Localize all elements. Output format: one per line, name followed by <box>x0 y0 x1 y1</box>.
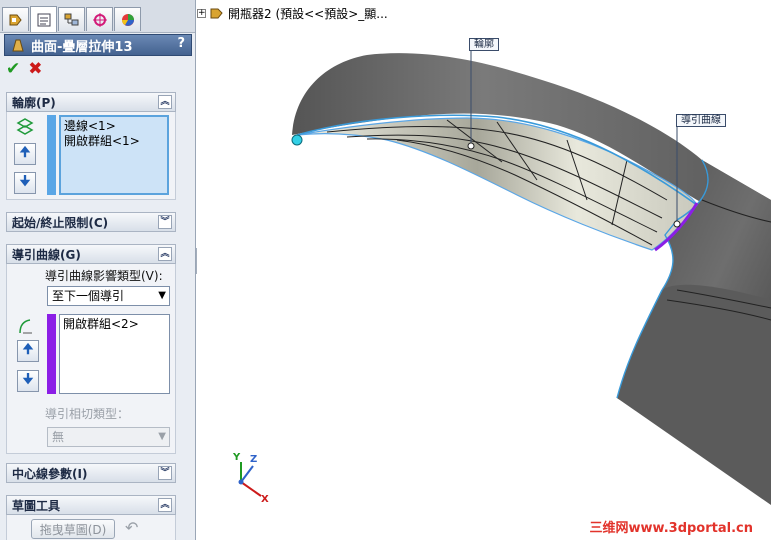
profile-group-body: 🠉 🠋 邊線<1> 開啟群組<1> <box>6 112 176 200</box>
guide-curves-group-header[interactable]: 導引曲線(G) ︽ <box>6 244 176 264</box>
start-end-group-header[interactable]: 起始/終止限制(C) ︾ <box>6 212 176 232</box>
guide-selection-box[interactable]: 開啟群組<2> <box>59 314 170 394</box>
profile-group-header[interactable]: 輪廓(P) ︽ <box>6 92 176 112</box>
influence-type-value: 至下一個導引 <box>52 289 125 303</box>
manager-tabs <box>0 0 195 33</box>
tangency-type-select[interactable]: 無 ▼ <box>47 427 170 447</box>
centerline-group-header[interactable]: 中心線參數(I) ︾ <box>6 463 176 483</box>
shell-lower-surface[interactable] <box>617 284 771 505</box>
graphics-area[interactable]: + 開瓶器2 (預設<<預設>_顯... 輪廓 導引曲線 Y Z X 三维网ww… <box>197 0 771 540</box>
guide-curve-icon <box>14 316 36 336</box>
help-button[interactable]: ? <box>177 36 185 51</box>
expand-icon[interactable]: ︾ <box>158 215 172 229</box>
move-up-button[interactable]: 🠉 <box>14 143 36 165</box>
configuration-manager-tab[interactable] <box>58 7 85 31</box>
tangency-type-label: 導引相切類型： <box>45 407 130 421</box>
feature-title: 曲面-疊層拉伸13 <box>31 39 133 55</box>
reference-triad <box>238 462 262 497</box>
expand-icon[interactable]: ︾ <box>158 466 172 480</box>
chevron-down-icon: ▼ <box>158 431 166 442</box>
feature-manager-icon <box>9 14 22 25</box>
ok-cancel-bar: ✔ ✖ <box>6 60 43 80</box>
connector-handle[interactable] <box>291 134 303 146</box>
guide-curves-group-body: 導引曲線影響類型(V): 至下一個導引 ▼ 🠉 🠋 開啟群組<2> 導引相切類型… <box>6 264 176 454</box>
guide-callout[interactable]: 導引曲線 <box>676 114 726 127</box>
list-item[interactable]: 開啟群組<1> <box>64 134 164 149</box>
tangency-type-value: 無 <box>52 430 65 444</box>
profile-callout[interactable]: 輪廓 <box>469 38 499 51</box>
dimxpert-tab[interactable] <box>86 7 113 31</box>
callout-anchor <box>467 142 475 150</box>
triad-y-label: Y <box>233 452 241 463</box>
property-manager-icon <box>37 13 50 26</box>
collapse-icon[interactable]: ︽ <box>158 498 172 512</box>
influence-type-select[interactable]: 至下一個導引 ▼ <box>47 286 170 306</box>
profile-icon <box>14 116 36 136</box>
feature-manager-tab[interactable] <box>2 7 29 31</box>
centerline-group-title: 中心線參數(I) <box>12 466 88 481</box>
feature-title-bar: 曲面-疊層拉伸13 ? <box>4 34 192 56</box>
loft-surface-icon <box>9 36 27 54</box>
list-item[interactable]: 開啟群組<2> <box>63 317 166 332</box>
dimxpert-icon <box>92 12 107 27</box>
collapse-icon[interactable]: ︽ <box>158 247 172 261</box>
profile-selection-box[interactable]: 邊線<1> 開啟群組<1> <box>59 115 169 195</box>
start-end-group-title: 起始/終止限制(C) <box>12 215 109 230</box>
collapse-icon[interactable]: ︽ <box>158 95 172 109</box>
guide-color-bar <box>47 314 56 394</box>
triad-z-label: Z <box>250 454 258 465</box>
triad-x-label: X <box>261 494 269 505</box>
move-down-button[interactable]: 🠋 <box>17 370 39 392</box>
configuration-manager-icon <box>64 13 78 25</box>
model-view[interactable] <box>197 0 771 540</box>
move-down-button[interactable]: 🠋 <box>14 172 36 194</box>
move-up-button[interactable]: 🠉 <box>17 340 39 362</box>
property-manager-tab[interactable] <box>30 6 57 32</box>
drag-sketch-button[interactable]: 拖曳草圖(D) <box>31 519 115 539</box>
chevron-down-icon: ▼ <box>158 290 166 301</box>
callout-anchor <box>673 220 681 228</box>
guide-curves-group-title: 導引曲線(G) <box>12 247 81 262</box>
sketch-tools-group-title: 草圖工具 <box>12 498 61 513</box>
list-item[interactable]: 邊線<1> <box>64 119 164 134</box>
influence-type-label: 導引曲線影響類型(V): <box>45 269 163 283</box>
profile-group-title: 輪廓(P) <box>12 95 56 110</box>
sketch-tools-group-header[interactable]: 草圖工具 ︽ <box>6 495 176 515</box>
profile-color-bar <box>47 115 56 195</box>
ok-check-icon[interactable]: ✔ <box>6 60 20 80</box>
display-manager-tab[interactable] <box>114 7 141 31</box>
property-manager: 曲面-疊層拉伸13 ? ✔ ✖ 輪廓(P) ︽ 🠉 🠋 邊線<1> 開啟群組<1… <box>0 0 196 540</box>
undo-icon[interactable]: ↶ <box>125 518 138 537</box>
display-manager-icon <box>121 13 134 26</box>
sketch-tools-group-body: 拖曳草圖(D) ↶ <box>6 515 176 540</box>
cancel-x-icon[interactable]: ✖ <box>28 60 42 80</box>
watermark: 三维网www.3dportal.cn <box>589 521 753 536</box>
